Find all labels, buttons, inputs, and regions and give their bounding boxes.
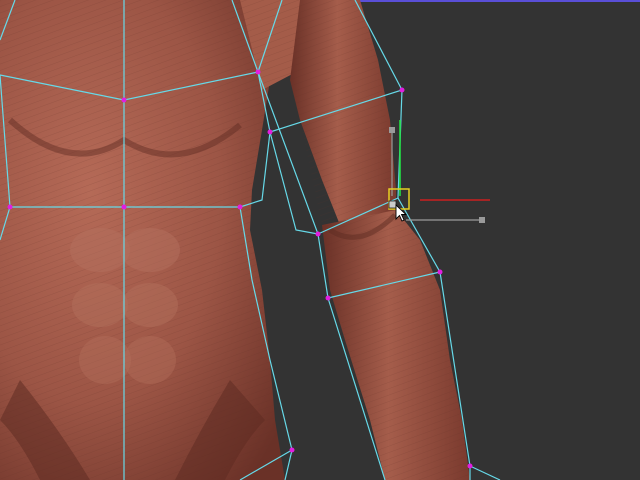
abdomen-segment [124, 336, 176, 384]
abdomen-segment [72, 283, 128, 327]
cage-vertex[interactable] [467, 463, 473, 469]
scene-canvas[interactable] [0, 0, 640, 480]
cage-vertex[interactable] [325, 295, 331, 301]
cage-edge [469, 465, 501, 480]
gizmo-x-axis-secondary-handle[interactable] [479, 217, 485, 223]
abdomen-segment [120, 228, 180, 272]
arm-model [290, 0, 470, 480]
cage-vertex[interactable] [7, 204, 13, 210]
torso-model [0, 0, 330, 480]
cage-vertex[interactable] [289, 447, 295, 453]
cage-vertex[interactable] [267, 129, 273, 135]
cage-vertex[interactable] [121, 204, 127, 210]
gizmo-center-point[interactable] [388, 200, 397, 209]
cage-vertex[interactable] [255, 69, 261, 75]
cage-vertex[interactable] [315, 231, 321, 237]
3d-viewport[interactable] [0, 0, 640, 480]
cage-vertex[interactable] [121, 97, 127, 103]
gizmo-y-axis-secondary-handle[interactable] [389, 127, 395, 133]
abdomen-segment [122, 283, 178, 327]
cage-vertex[interactable] [399, 87, 405, 93]
cage-vertex[interactable] [437, 269, 443, 275]
cage-vertex[interactable] [237, 204, 243, 210]
abdomen-segment [79, 336, 131, 384]
